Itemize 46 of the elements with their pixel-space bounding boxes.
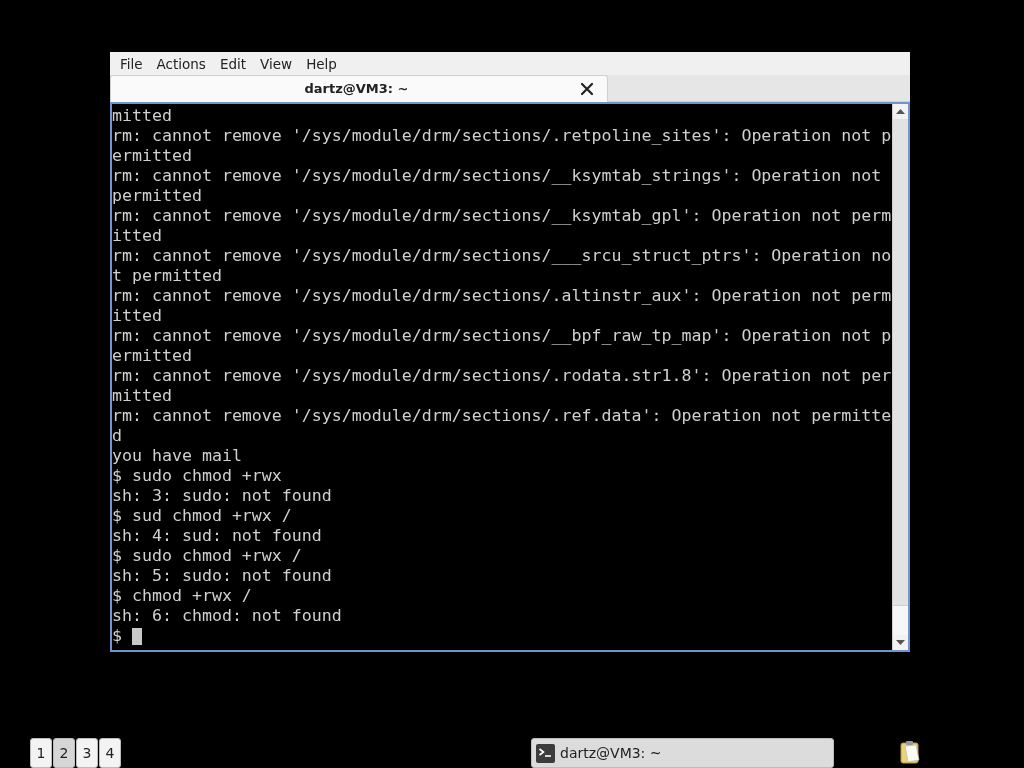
terminal-line: permitted [112, 186, 203, 206]
terminal-line: rm: cannot remove '/sys/module/drm/sections/___srcu_struct_ptrs': Operation no [112, 246, 892, 266]
close-button[interactable] [580, 82, 594, 96]
terminal-line: t permitted [112, 266, 223, 286]
terminal-line: $ sud chmod +rwx / [112, 506, 293, 526]
terminal-line: $ sudo chmod +rwx [112, 466, 283, 486]
taskbar-window-button[interactable]: dartz@VM3: ~ [531, 738, 834, 768]
terminal-line: ermitted [112, 346, 193, 366]
terminal-line: $ chmod +rwx / [112, 586, 253, 606]
terminal-line: sh: 4: sud: not found [112, 526, 323, 546]
menu-item[interactable]: View [253, 53, 300, 74]
caret-down-icon [896, 640, 905, 645]
workspace-button[interactable]: 3 [76, 738, 98, 768]
clipboard-icon[interactable] [899, 740, 921, 764]
terminal-line: sh: 3: sudo: not found [112, 486, 333, 506]
prompt-text: $ [112, 626, 122, 646]
scroll-down-button[interactable] [893, 635, 908, 650]
terminal-icon [536, 743, 555, 763]
terminal-line: itted [112, 226, 163, 246]
workspace-button[interactable]: 2 [53, 738, 75, 768]
terminal-line: rm: cannot remove '/sys/module/drm/sections/.retpoline_sites': Operation not p [112, 126, 892, 146]
terminal-line: sh: 6: chmod: not found [112, 606, 343, 626]
terminal-line: you have mail [112, 446, 243, 466]
terminal-line: sh: 5: sudo: not found [112, 566, 333, 586]
menu-item[interactable]: File [113, 53, 150, 74]
terminal-line: rm: cannot remove '/sys/module/drm/sections/.altinstr_aux': Operation not perm [112, 286, 892, 306]
terminal-line: rm: cannot remove '/sys/module/drm/sections/__bpf_raw_tp_map': Operation not p [112, 326, 892, 346]
tab[interactable]: dartz@VM3: ~ [110, 75, 608, 102]
workspace-button[interactable]: 1 [30, 738, 52, 768]
menu-item[interactable]: Actions [149, 53, 213, 74]
close-icon [580, 82, 594, 96]
terminal-line: d [112, 426, 123, 446]
menu-item[interactable]: Edit [212, 53, 254, 74]
terminal-line: mitted [112, 386, 173, 406]
scroll-up-button[interactable] [893, 104, 908, 119]
terminal-line: rm: cannot remove '/sys/module/drm/sections/__ksymtab_gpl': Operation not perm [112, 206, 892, 226]
caret-up-icon [896, 109, 905, 114]
terminal-line: ermitted [112, 146, 193, 166]
terminal-line: $ sudo chmod +rwx / [112, 546, 303, 566]
terminal-line: rm: cannot remove '/sys/module/drm/sections/.ref.data': Operation not permitte [112, 406, 892, 426]
terminal-line: itted [112, 306, 163, 326]
workspace-button[interactable]: 4 [99, 738, 121, 768]
terminal-line: rm: cannot remove '/sys/module/drm/sections/.rodata.str1.8': Operation not per [112, 366, 892, 386]
terminal-line: mitted [112, 106, 173, 126]
menu-item[interactable]: Help [299, 53, 344, 74]
terminal-line: rm: cannot remove '/sys/module/drm/sections/__ksymtab_strings': Operation not [112, 166, 883, 186]
